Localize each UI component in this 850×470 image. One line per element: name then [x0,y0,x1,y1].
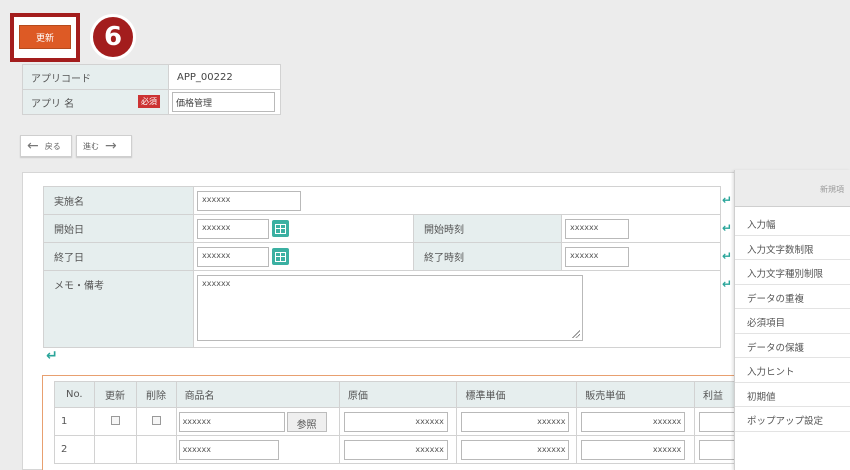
update-button[interactable]: 更新 [19,25,71,49]
event-name-input[interactable]: xxxxxx [197,190,301,211]
reference-button[interactable]: 参照 [286,411,327,432]
menu-item-required[interactable]: 必須項目 [735,309,850,334]
forward-label: 進む [83,141,99,151]
end-time-label: 終了時刻 [413,242,562,271]
app-name-input[interactable]: 価格管理 [172,92,275,112]
start-date-label: 開始日 [43,214,194,243]
cost-input[interactable]: xxxxxx [343,439,448,460]
delete-cell [135,435,177,464]
memo-cell: xxxxxx [193,270,721,348]
return-arrow-icon: ↵ [722,249,733,263]
end-time-input[interactable]: xxxxxx [565,246,629,267]
arrow-left-icon: ← [27,138,39,154]
col-product-name: 商品名 [175,381,340,408]
calendar-icon[interactable] [272,248,289,265]
row-number: 2 [54,435,95,464]
calendar-icon[interactable] [272,220,289,237]
end-date-input[interactable]: xxxxxx [197,246,269,267]
cost-cell: xxxxxx [338,407,458,436]
memo-label: メモ・備考 [43,270,194,348]
menu-item-input-width[interactable]: 入力幅 [735,211,850,236]
arrow-right-icon: → [105,138,117,154]
col-standard-price: 標準単価 [456,381,578,408]
menu-item-data-protection[interactable]: データの保護 [735,334,850,358]
menu-header: 新規項 [735,170,850,207]
profit-input[interactable] [699,411,739,432]
update-checkbox-cell [93,407,137,436]
sale-price-input[interactable]: xxxxxx [581,411,686,432]
cost-cell: xxxxxx [338,435,458,464]
profit-input[interactable] [699,439,739,460]
col-delete: 削除 [135,381,177,408]
return-arrow-icon: ↵ [46,348,58,364]
col-cost: 原価 [338,381,458,408]
items-table: No. 更新 削除 商品名 原価 標準単価 販売単価 利益 1 xxxxxx 参照… [54,381,744,464]
sale-price-cell: xxxxxx [576,407,695,436]
delete-checkbox[interactable] [151,415,161,425]
field-settings-menu: 新規項 入力幅 入力文字数制限 入力文字種別制限 データの重複 必須項目 データ… [734,170,850,470]
product-cell: xxxxxx 参照 [175,407,340,436]
start-time-cell: xxxxxx [561,214,721,243]
menu-item-char-limit[interactable]: 入力文字数制限 [735,236,850,260]
return-arrow-icon: ↵ [722,277,733,291]
cost-input[interactable]: xxxxxx [343,411,448,432]
update-button-highlight: 更新 [10,13,80,62]
standard-price-input[interactable]: xxxxxx [461,439,570,460]
delete-checkbox-cell [135,407,177,436]
product-input[interactable]: xxxxxx [178,411,285,432]
start-time-input[interactable]: xxxxxx [565,218,629,239]
product-input[interactable]: xxxxxx [178,439,279,460]
col-update: 更新 [93,381,137,408]
start-date-cell: xxxxxx [193,214,414,243]
event-form-table: 実施名 xxxxxx 開始日 xxxxxx 開始時刻 xxxxxx 終了日 xx… [43,186,721,348]
app-name-cell: 価格管理 [168,89,281,115]
memo-textarea[interactable]: xxxxxx [197,275,583,341]
app-name-label: アプリ 名 [31,98,75,110]
update-checkbox[interactable] [110,415,120,425]
step-number-badge: 6 [90,14,136,60]
col-sale-price: 販売単価 [576,381,695,408]
start-date-input[interactable]: xxxxxx [197,218,269,239]
back-button[interactable]: ← 戻る [20,135,72,157]
return-arrow-icon: ↵ [722,193,733,207]
menu-item-popup-settings[interactable]: ポップアップ設定 [735,407,850,432]
end-date-label: 終了日 [43,242,194,271]
app-info-table: アプリコード APP_00222 アプリ 名 必須 価格管理 [22,64,281,115]
menu-item-duplicate-data[interactable]: データの重複 [735,285,850,309]
col-no: No. [54,381,95,408]
product-cell: xxxxxx [175,435,340,464]
sale-price-cell: xxxxxx [576,435,695,464]
app-code-value: APP_00222 [168,64,281,90]
row-number: 1 [54,407,95,436]
forward-button[interactable]: 進む → [76,135,132,157]
event-name-cell: xxxxxx [193,186,721,215]
required-badge: 必須 [138,94,160,108]
end-date-cell: xxxxxx [193,242,414,271]
start-time-label: 開始時刻 [413,214,562,243]
event-name-label: 実施名 [43,186,194,215]
return-arrow-icon: ↵ [722,221,733,235]
table-row: 1 xxxxxx 参照 xxxxxx xxxxxx xxxxxx [54,407,744,436]
update-cell [93,435,137,464]
app-code-label: アプリコード [22,64,169,90]
menu-item-input-hint[interactable]: 入力ヒント [735,358,850,383]
standard-price-input[interactable]: xxxxxx [461,411,570,432]
sale-price-input[interactable]: xxxxxx [581,439,686,460]
table-row: 2 xxxxxx xxxxxx xxxxxx xxxxxx [54,435,744,464]
menu-item-char-type-limit[interactable]: 入力文字種別制限 [735,260,850,285]
back-label: 戻る [44,141,61,151]
end-time-cell: xxxxxx [561,242,721,271]
standard-price-cell: xxxxxx [456,407,578,436]
menu-item-initial-value[interactable]: 初期値 [735,383,850,407]
app-name-label-cell: アプリ 名 必須 [22,89,169,115]
standard-price-cell: xxxxxx [456,435,578,464]
